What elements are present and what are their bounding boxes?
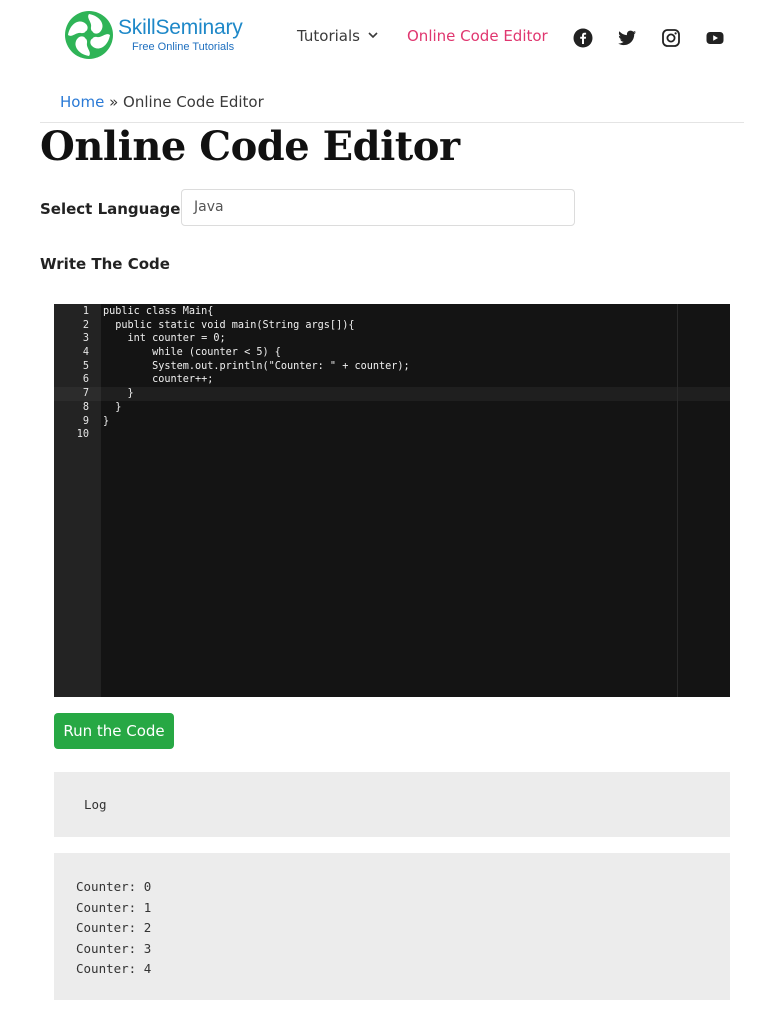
line-number: 1 [82, 306, 89, 317]
breadcrumb: Home » Online Code Editor [60, 93, 264, 111]
output-line: Counter: 3 [76, 940, 152, 956]
breadcrumb-current: Online Code Editor [123, 93, 264, 111]
chevron-down-icon [368, 29, 378, 42]
editor-line[interactable]: 6 counter++; [54, 373, 730, 387]
log-panel: Log [54, 772, 730, 837]
editor-line[interactable]: 8 } [54, 401, 730, 415]
youtube-icon[interactable] [705, 28, 725, 48]
instagram-icon[interactable] [661, 28, 681, 48]
site-logo[interactable]: SkillSeminary Free Online Tutorials [64, 10, 243, 60]
code-text: System.out.println("Counter: " + counter… [103, 360, 410, 372]
editor-line[interactable]: 2 public static void main(String args[])… [54, 319, 730, 333]
editor-line[interactable]: 4 while (counter < 5) { [54, 346, 730, 360]
code-text: while (counter < 5) { [103, 347, 281, 359]
write-code-label: Write The Code [40, 255, 170, 273]
line-number: 8 [82, 401, 89, 413]
logo-swirl-icon [65, 11, 113, 59]
code-text: } [103, 415, 110, 427]
line-number: 10 [76, 429, 89, 441]
output-line: Counter: 4 [76, 961, 152, 976]
breadcrumb-separator: » [109, 93, 119, 111]
editor-line[interactable]: 1 public class Main{ [54, 305, 730, 319]
code-text: int counter = 0; [103, 333, 226, 345]
editor-line[interactable]: 10 [54, 428, 730, 442]
site-header: SkillSeminary Free Online Tutorials Tuto… [0, 0, 775, 76]
line-number: 2 [82, 319, 89, 331]
language-select[interactable]: Java [181, 189, 575, 226]
editor-line[interactable]: 7 } [54, 387, 730, 401]
output-line: Counter: 0 [76, 879, 152, 894]
line-number: 9 [82, 415, 89, 427]
output-lines: Counter: 0 Counter: 1 Counter: 2 Counter: 3… [76, 877, 151, 980]
logo-subtitle: Free Online Tutorials [132, 41, 235, 53]
output-panel: Counter: 0 Counter: 1 Counter: 2 Counter: 3… [54, 853, 730, 1000]
editor-line[interactable]: 5 System.out.println("Counter: " + count… [54, 360, 730, 374]
line-number: 7 [82, 388, 89, 400]
nav-online-code-editor[interactable]: Online Code Editor [407, 27, 548, 45]
nav-tutorials-label: Tutorials [297, 27, 360, 45]
twitter-icon[interactable] [617, 28, 637, 48]
code-editor[interactable]: 1 public class Main{ 2 public static void … [54, 304, 730, 697]
code-text: counter++; [103, 374, 214, 386]
breadcrumb-home-link[interactable]: Home [60, 93, 104, 111]
page-title: Online Code Editor [40, 123, 460, 170]
facebook-icon[interactable] [573, 28, 593, 48]
editor-line[interactable]: 9} [54, 415, 730, 429]
code-text: } [103, 388, 134, 400]
log-label: Log [84, 797, 107, 812]
code-text: public static void main(String args[]){ [103, 319, 355, 331]
run-code-button[interactable]: Run the Code [54, 713, 174, 749]
editor-lines: 1 public class Main{ 2 public static void … [54, 305, 730, 442]
code-text: } [103, 401, 122, 413]
editor-line[interactable]: 3 int counter = 0; [54, 332, 730, 346]
line-number: 3 [82, 333, 89, 345]
line-number: 6 [82, 374, 89, 386]
line-number: 4 [82, 347, 89, 359]
select-language-label: Select Language [40, 200, 181, 218]
nav-tutorials[interactable]: Tutorials [297, 27, 378, 45]
output-line: Counter: 2 [76, 920, 152, 935]
line-number: 5 [82, 360, 89, 372]
logo-title: SkillSeminary [118, 16, 243, 39]
code-text: public class Main{ [103, 306, 214, 317]
output-line: Counter: 1 [76, 899, 152, 915]
